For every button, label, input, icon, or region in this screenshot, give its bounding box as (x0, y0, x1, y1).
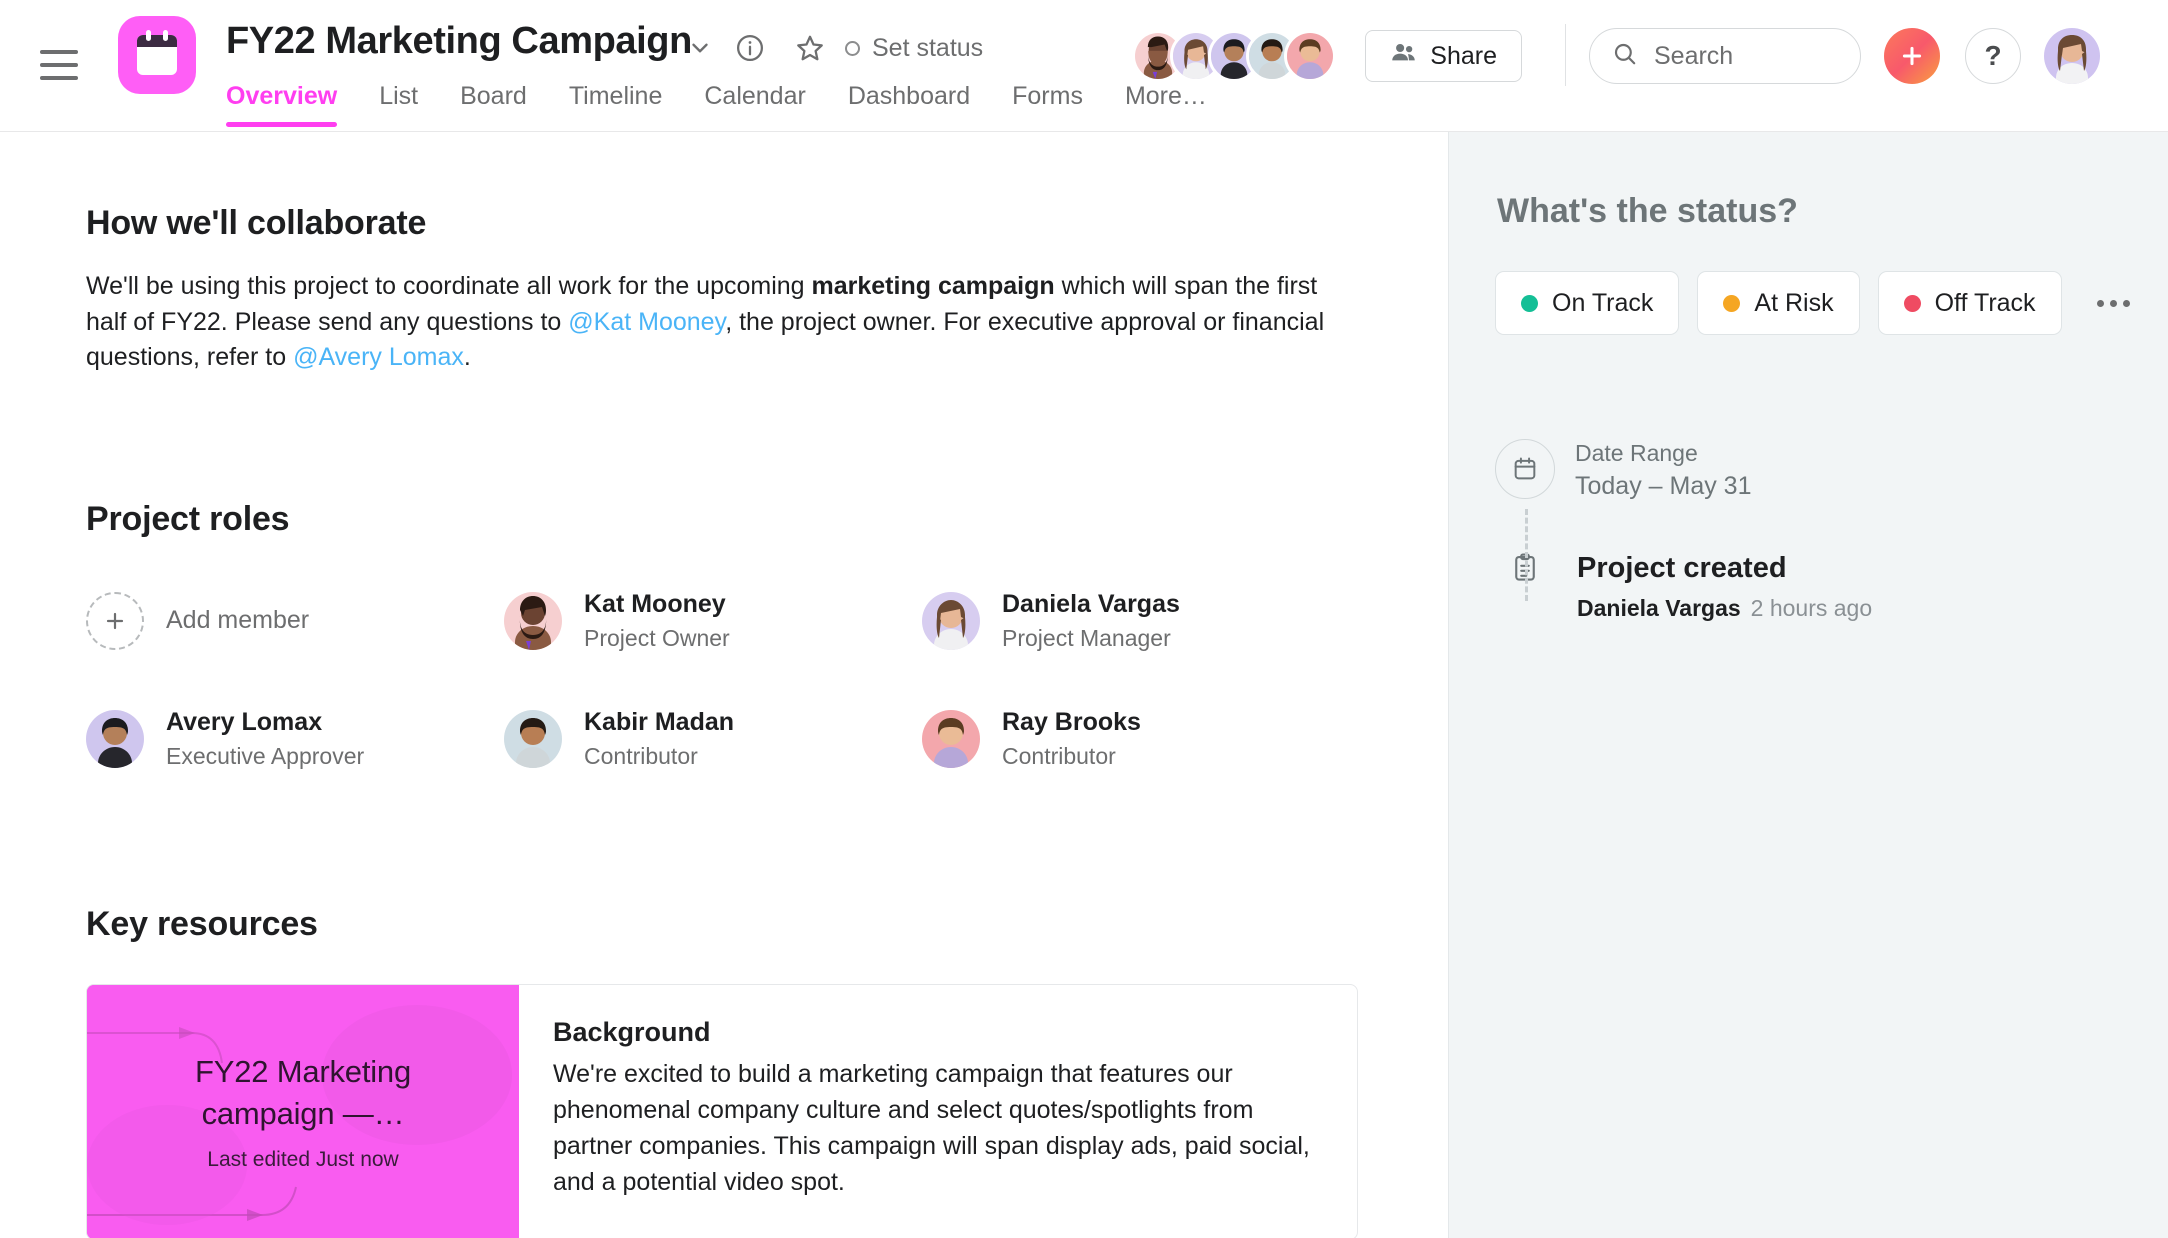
search-icon (1612, 41, 1638, 72)
set-status-label: Set status (872, 33, 984, 62)
member-role: Executive Approver (166, 742, 365, 769)
date-range-row[interactable]: Date Range Today – May 31 (1495, 439, 2168, 504)
share-label: Share (1430, 41, 1497, 70)
tab-forms[interactable]: Forms (1012, 82, 1111, 127)
date-range-label: Date Range (1575, 440, 1698, 466)
status-label: Off Track (1934, 288, 2036, 317)
member-role: Project Manager (1002, 624, 1171, 651)
collaborate-heading: How we'll collaborate (86, 204, 427, 242)
top-bar: FY22 Marketing Campaign Set status Overv… (0, 0, 2168, 132)
status-label: At Risk (1754, 288, 1834, 317)
status-label: On Track (1552, 288, 1654, 317)
tab-more[interactable]: More… (1125, 82, 1235, 127)
list-item[interactable]: Ray Brooks Contributor (922, 693, 1340, 785)
mention-kat-mooney[interactable]: @Kat Mooney (568, 308, 725, 336)
status-on-track-button[interactable]: On Track (1495, 271, 1680, 335)
member-name: Ray Brooks (1002, 707, 1141, 736)
more-options-icon[interactable] (2088, 277, 2140, 329)
list-item[interactable]: Daniela Vargas Project Manager (922, 575, 1340, 667)
key-resource-card[interactable]: FY22 Marketing campaign —… Last edited J… (86, 983, 1358, 1238)
info-icon[interactable] (730, 28, 770, 68)
activity-row: Project created Daniela Vargas 2 hours ag… (1495, 552, 2168, 622)
chevron-down-icon[interactable] (680, 28, 720, 68)
user-avatar[interactable] (2044, 28, 2100, 84)
search-placeholder: Search (1654, 41, 1734, 70)
view-tabs: Overview List Board Timeline Calendar Da… (226, 82, 1249, 127)
collaborate-text-1: We'll be using this project to coordinat… (86, 272, 812, 300)
key-resources-heading: Key resources (86, 904, 318, 943)
activity-title: Project created (1577, 552, 1787, 584)
tab-dashboard[interactable]: Dashboard (848, 82, 998, 127)
avatar[interactable] (1284, 30, 1336, 82)
member-role: Project Owner (584, 624, 730, 651)
activity-meta: Daniela Vargas 2 hours ago (1577, 595, 1872, 622)
member-avatar-stack[interactable] (1132, 30, 1336, 82)
member-name: Daniela Vargas (1002, 589, 1180, 618)
resource-description: Background We're excited to build a mark… (519, 985, 1357, 1238)
collaborate-paragraph: We'll be using this project to coordinat… (86, 269, 1336, 376)
tab-list[interactable]: List (379, 82, 446, 127)
member-role: Contributor (584, 742, 698, 769)
status-dot-icon (845, 40, 860, 56)
activity-time: 2 hours ago (1750, 595, 1873, 621)
tab-calendar[interactable]: Calendar (704, 82, 833, 127)
main-menu-icon[interactable] (40, 50, 78, 80)
avatar (922, 709, 980, 768)
star-icon[interactable] (790, 28, 830, 68)
collaborate-bold: marketing campaign (811, 272, 1055, 300)
main-content: How we'll collaborate We'll be using thi… (0, 132, 1448, 1238)
calendar-icon (1495, 439, 1555, 499)
share-button[interactable]: Share (1365, 30, 1522, 82)
status-dot-icon (1723, 294, 1741, 312)
set-status-button[interactable]: Set status (845, 28, 983, 68)
project-meta: Date Range Today – May 31 Project create… (1495, 439, 2168, 622)
status-at-risk-button[interactable]: At Risk (1697, 271, 1860, 335)
add-member-button[interactable]: Add member (86, 575, 504, 667)
collaborate-text-4: . (463, 343, 471, 371)
avatar (86, 709, 144, 768)
mention-avery-lomax[interactable]: @Avery Lomax (293, 343, 464, 371)
page-title: FY22 Marketing Campaign (226, 20, 692, 62)
timeline-connector (1525, 509, 1528, 601)
list-item[interactable]: Avery Lomax Executive Approver (86, 693, 504, 785)
member-name: Kat Mooney (584, 589, 726, 618)
list-item[interactable]: Kabir Madan Contributor (504, 693, 922, 785)
status-off-track-button[interactable]: Off Track (1877, 271, 2062, 335)
member-name: Avery Lomax (166, 707, 323, 736)
status-dot-icon (1521, 294, 1538, 312)
project-roles-grid: Add member Kat Mooney Project Owner Dani… (86, 575, 1362, 785)
tab-overview[interactable]: Overview (226, 82, 365, 127)
status-sidebar: What's the status? On Track At Risk Off … (1448, 132, 2168, 1238)
create-button[interactable] (1884, 28, 1940, 84)
resource-body-title: Background (553, 1016, 711, 1047)
date-range-value: Today – May 31 (1575, 471, 1752, 500)
tab-timeline[interactable]: Timeline (569, 82, 691, 127)
header-divider (1564, 24, 1566, 86)
member-role: Contributor (1002, 742, 1116, 769)
status-options: On Track At Risk Off Track (1495, 271, 2168, 335)
avatar (922, 591, 980, 650)
member-name: Kabir Madan (584, 707, 735, 736)
resource-thumbnail[interactable]: FY22 Marketing campaign —… Last edited J… (87, 984, 519, 1238)
list-item[interactable]: Kat Mooney Project Owner (504, 575, 922, 667)
project-roles-heading: Project roles (86, 499, 290, 538)
search-input[interactable]: Search (1589, 28, 1861, 84)
tab-board[interactable]: Board (460, 82, 555, 127)
avatar (504, 709, 562, 768)
add-member-label: Add member (166, 606, 310, 634)
avatar (504, 591, 562, 650)
plus-icon (86, 591, 144, 650)
activity-author: Daniela Vargas (1577, 595, 1741, 621)
project-icon (118, 16, 196, 94)
people-icon (1390, 39, 1417, 73)
resource-last-edited: Last edited Just now (207, 1148, 399, 1172)
resource-title: FY22 Marketing campaign —… (194, 1053, 412, 1131)
status-dot-icon (1903, 294, 1921, 312)
help-button[interactable]: ? (1965, 28, 2021, 84)
sidebar-heading: What's the status? (1497, 192, 1798, 230)
resource-body-text: We're excited to build a marketing campa… (553, 1059, 1310, 1196)
